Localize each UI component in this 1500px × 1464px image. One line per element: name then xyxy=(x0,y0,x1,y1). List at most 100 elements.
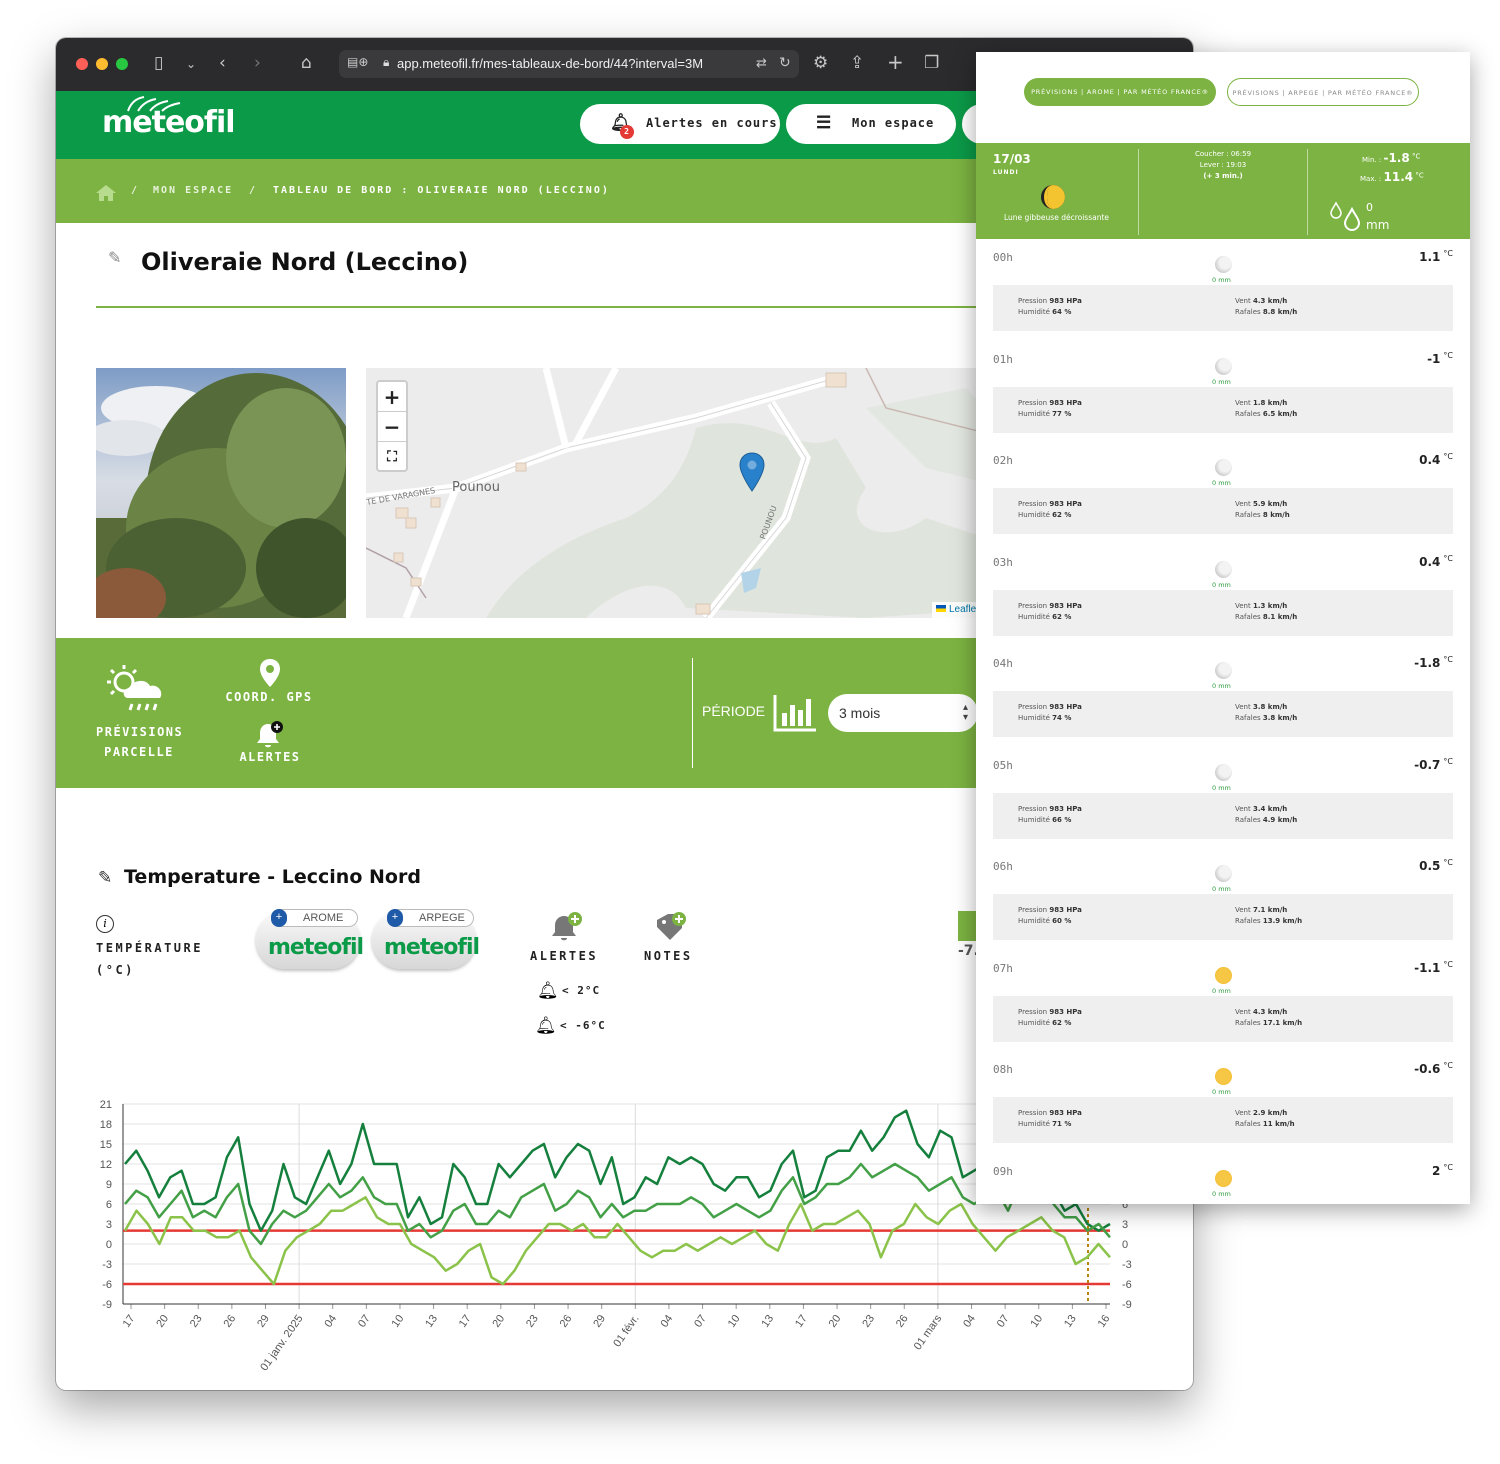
info-icon[interactable]: i xyxy=(96,915,114,933)
hourly-forecast-row: 03h 0.4 °C 0 mm Pression 983 HPa Humidité 62 … xyxy=(993,548,1453,649)
forecast-weekday: LUNDI xyxy=(993,169,1019,176)
x-tick-label: 07 xyxy=(356,1313,373,1330)
parcel-map[interactable]: + − ⛶ Pounou TE DE VARAGNES POUNOU Leafl… xyxy=(366,368,1006,618)
maximize-window-button[interactable] xyxy=(116,58,128,70)
moon-icon xyxy=(1215,256,1232,273)
x-tick-label: 10 xyxy=(1028,1313,1045,1330)
y-tick-label: -3 xyxy=(102,1259,112,1271)
page-settings-icon[interactable]: ▤⊕ xyxy=(347,55,368,69)
hour-rain: 0 mm xyxy=(1212,580,1231,589)
y-tick-label: 6 xyxy=(106,1199,112,1211)
forecast-panel: PRÉVISIONS | AROME | PAR MÉTÉO FRANCE® P… xyxy=(976,52,1470,1204)
zoom-in-button[interactable]: + xyxy=(378,382,406,412)
new-tab-icon[interactable]: + xyxy=(887,50,904,74)
hour-temperature: 0.5 °C xyxy=(1419,858,1453,873)
alerts-in-progress-button[interactable]: 🔔︎ 2 Alertes en cours xyxy=(580,104,780,144)
moon-phase-label: Lune gibbeuse décroissante xyxy=(1004,213,1109,222)
arome-forecast-tab[interactable]: PRÉVISIONS | AROME | PAR MÉTÉO FRANCE® xyxy=(1024,78,1216,106)
alerts-tool-button[interactable]: ALERTES xyxy=(228,747,312,767)
select-arrows-icon: ▴ ▾ xyxy=(962,702,968,723)
min-temp: Min. : -1.8 °C xyxy=(1362,151,1421,165)
x-tick-label: 13 xyxy=(759,1313,776,1330)
sidebar-icon[interactable]: ▯ xyxy=(154,53,163,73)
hour-rain: 0 mm xyxy=(1212,885,1231,893)
x-tick-label: 29 xyxy=(255,1313,272,1330)
x-tick-label: 04 xyxy=(322,1313,339,1330)
share-icon[interactable]: ⇪ xyxy=(850,53,864,73)
x-tick-label: 17 xyxy=(121,1313,138,1330)
y-tick-label: 9 xyxy=(106,1179,112,1191)
hour-details: Pression 983 HPa Humidité 60 % Vent 7.1 km… xyxy=(993,894,1453,940)
address-bar[interactable]: ▤⊕ 🔒︎ app.meteofil.fr/mes-tableaux-de-bo… xyxy=(339,50,799,78)
translate-icon[interactable]: ⇄ xyxy=(756,56,767,71)
y-tick-label: 15 xyxy=(100,1139,112,1151)
bell-icon: 🔔︎ xyxy=(535,1016,557,1036)
my-space-button[interactable]: ☰ Mon espace xyxy=(786,104,956,144)
y-tick-label: -9 xyxy=(102,1299,112,1311)
x-tick-label: 10 xyxy=(726,1313,743,1330)
edit-pencil-icon[interactable]: ✎ xyxy=(98,868,112,888)
y-tick-label: 0 xyxy=(106,1239,112,1251)
hour-temperature: -0.7 °C xyxy=(1414,756,1453,772)
back-icon[interactable]: ‹ xyxy=(219,53,226,73)
gear-icon[interactable]: ⚙ xyxy=(813,53,828,73)
url-text: app.meteofil.fr/mes-tableaux-de-bord/44?… xyxy=(397,56,704,71)
x-tick-label: 13 xyxy=(1062,1313,1079,1330)
hourly-forecast-row: 09h 2 °C 0 mm xyxy=(993,1157,1453,1205)
rain-unit: mm xyxy=(1366,218,1390,232)
map-marker-icon[interactable] xyxy=(739,452,765,492)
x-tick-label: 26 xyxy=(894,1313,911,1330)
hour-rain: 0 mm xyxy=(1212,1088,1231,1096)
y-tick-label-right: 3 xyxy=(1122,1219,1128,1231)
home-icon[interactable] xyxy=(95,184,117,202)
bell-icon: 🔔︎ xyxy=(537,981,559,1001)
logo-sprout-icon xyxy=(127,96,181,112)
weather-forecast-icon[interactable] xyxy=(106,662,170,718)
chart-notes-label[interactable]: NOTES xyxy=(644,949,693,963)
hour-label: 08h xyxy=(993,1063,1013,1076)
edit-pencil-icon[interactable]: ✎ xyxy=(108,248,121,267)
parcel-forecast-button[interactable]: PRÉVISIONS PARCELLE xyxy=(96,722,182,762)
hour-label: 06h xyxy=(993,860,1013,873)
tag-add-icon[interactable] xyxy=(654,910,688,944)
breadcrumb-separator: / xyxy=(249,185,258,196)
period-label: PÉRIODE xyxy=(702,703,766,719)
map-zoom-control: + − ⛶ xyxy=(376,380,408,472)
hour-rain: 0 mm xyxy=(1212,1189,1231,1198)
moon-icon xyxy=(1215,662,1232,679)
tabs-overview-icon[interactable]: ❐ xyxy=(924,53,939,73)
arome-model-toggle[interactable]: + AROME meteofil xyxy=(256,909,364,969)
bell-add-icon[interactable] xyxy=(550,910,584,944)
minimize-window-button[interactable] xyxy=(96,58,108,70)
x-tick-label: 20 xyxy=(827,1313,844,1330)
home-icon[interactable]: ⌂ xyxy=(301,53,312,73)
moon-icon xyxy=(1215,459,1232,476)
hourly-forecast-row: 08h -0.6 °C 0 mm Pression 983 HPa Humidité 71… xyxy=(993,1055,1453,1156)
moon-phase-icon xyxy=(1041,185,1065,209)
site-logo[interactable]: meteofil xyxy=(102,96,236,140)
hour-details: Pression 983 HPa Humidité 71 % Vent 2.9 km… xyxy=(993,1097,1453,1143)
fullscreen-button[interactable]: ⛶ xyxy=(378,442,406,472)
period-select[interactable]: 3 mois ▴ ▾ xyxy=(828,694,978,732)
arpege-model-toggle[interactable]: + ARPEGE meteofil xyxy=(372,909,480,969)
forward-icon[interactable]: › xyxy=(254,53,261,73)
my-space-label: Mon espace xyxy=(852,116,935,130)
reload-icon[interactable]: ↻ xyxy=(779,55,791,71)
bell-add-icon[interactable] xyxy=(256,720,286,750)
metric-label: TEMPÉRATURE (°C) xyxy=(96,941,203,977)
hour-rain: 0 mm xyxy=(1212,682,1231,690)
y-tick-label: 21 xyxy=(100,1099,112,1111)
arpege-forecast-tab[interactable]: PRÉVISIONS | ARPEGE | PAR MÉTÉO FRANCE® xyxy=(1227,78,1419,106)
chart-alerts-label[interactable]: ALERTES xyxy=(530,949,598,963)
close-window-button[interactable] xyxy=(76,58,88,70)
parcel-photo xyxy=(96,368,346,618)
location-pin-icon[interactable] xyxy=(258,658,282,688)
gps-coordinates-button[interactable]: COORD. GPS xyxy=(224,687,314,707)
hour-label: 07h xyxy=(993,961,1013,975)
zoom-out-button[interactable]: − xyxy=(378,412,406,442)
y-tick-label-right: -3 xyxy=(1122,1259,1132,1271)
hour-rain: 0 mm xyxy=(1212,479,1231,487)
chevron-down-icon[interactable]: ⌄ xyxy=(186,57,196,71)
hour-label: 04h xyxy=(993,657,1013,670)
breadcrumb-my-space[interactable]: MON ESPACE xyxy=(153,185,233,196)
